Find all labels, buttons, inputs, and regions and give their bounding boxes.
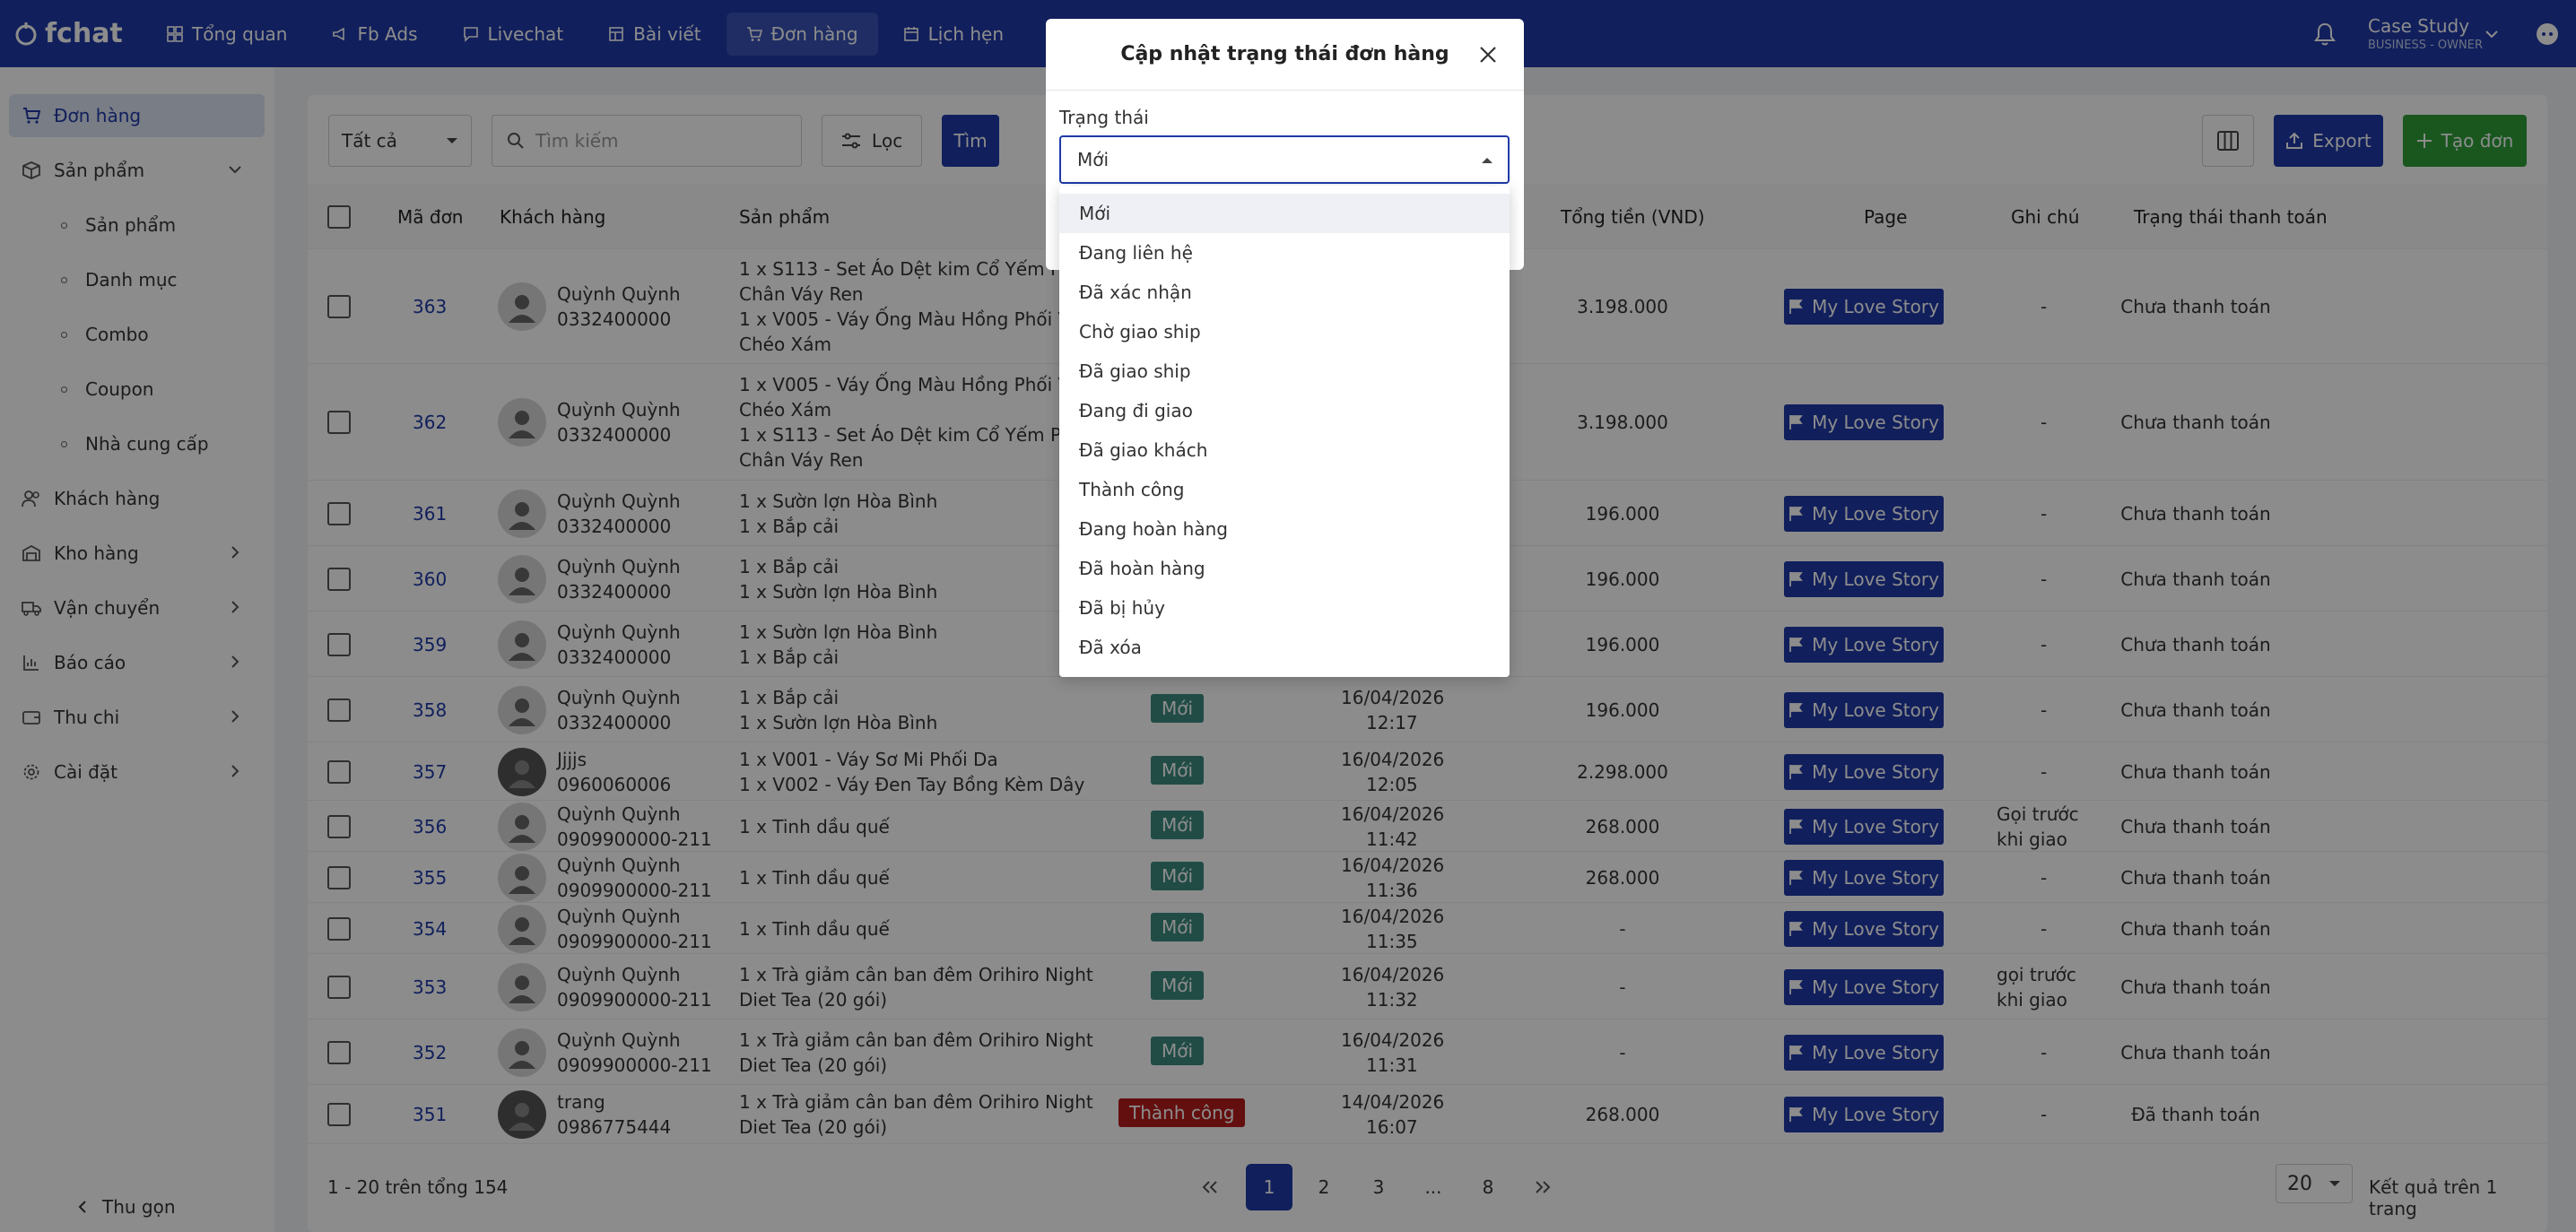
status-select[interactable]: Mới	[1059, 135, 1510, 184]
status-field-label: Trạng thái	[1059, 107, 1149, 128]
status-select-value: Mới	[1077, 149, 1110, 170]
status-option[interactable]: Đã giao khách	[1059, 430, 1510, 470]
status-option[interactable]: Thành công	[1059, 470, 1510, 509]
status-option[interactable]: Đã xóa	[1059, 628, 1510, 667]
status-option[interactable]: Đang đi giao	[1059, 391, 1510, 430]
caret-up-icon	[1482, 158, 1493, 163]
close-icon[interactable]	[1477, 44, 1499, 65]
status-option[interactable]: Mới	[1059, 194, 1510, 233]
status-option[interactable]: Đang hoàn hàng	[1059, 509, 1510, 549]
status-option[interactable]: Đã bị hủy	[1059, 588, 1510, 628]
modal-title: Cập nhật trạng thái đơn hàng	[1046, 19, 1524, 91]
status-dropdown-menu: Mới Đang liên hệ Đã xác nhận Chờ giao ship Đ…	[1059, 186, 1510, 677]
status-option[interactable]: Chờ giao ship	[1059, 312, 1510, 351]
status-option[interactable]: Đã xác nhận	[1059, 273, 1510, 312]
status-option[interactable]: Đã hoàn hàng	[1059, 549, 1510, 588]
status-option[interactable]: Đã giao ship	[1059, 351, 1510, 391]
status-option[interactable]: Đang liên hệ	[1059, 233, 1510, 273]
